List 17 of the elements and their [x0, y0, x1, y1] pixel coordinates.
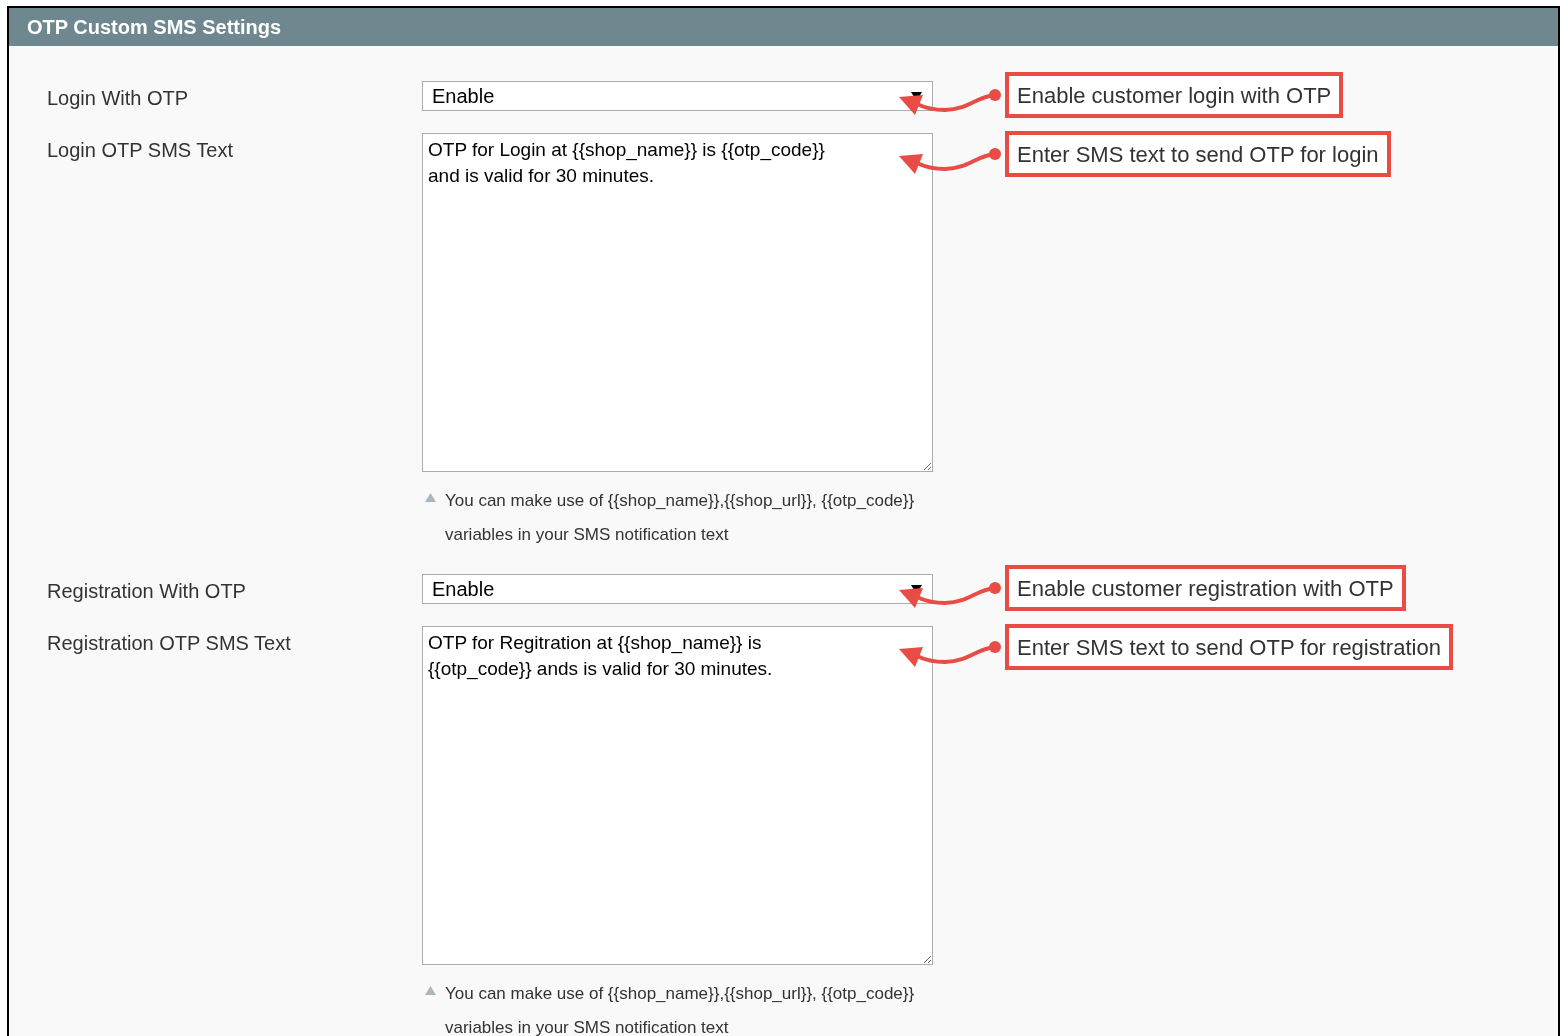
field-label: Login With OTP — [47, 86, 190, 111]
callout-box: Enable customer registration with OTP — [1005, 565, 1406, 611]
triangle-icon — [425, 493, 436, 502]
field-label: Registration OTP SMS Text — [47, 631, 292, 656]
hint-text: You can make use of {{shop_name}},{{shop_url}}, {{otp_code}} variables in your SMS notification text — [445, 983, 915, 1036]
panel-title: OTP Custom SMS Settings — [27, 15, 282, 40]
callout-box: Enter SMS text to send OTP for registration — [1005, 624, 1453, 670]
text-area[interactable]: OTP for Regitration at {{shop_name}} is {{otp_code}} ands is valid for 30 minutes. — [422, 626, 933, 965]
text-area[interactable]: OTP for Login at {{shop_name}} is {{otp_code}} and is valid for 30 minutes. — [422, 133, 933, 472]
hint-text: You can make use of {{shop_name}},{{shop_url}}, {{otp_code}} variables in your SMS notification text — [445, 490, 915, 546]
triangle-icon — [425, 986, 436, 995]
dropdown[interactable]: Enable — [422, 81, 933, 111]
callout-box: Enable customer login with OTP — [1005, 72, 1344, 118]
dropdown[interactable]: Enable — [422, 574, 933, 604]
callout-box: Enter SMS text to send OTP for login — [1005, 131, 1391, 177]
field-label: Login OTP SMS Text — [47, 138, 234, 163]
field-label: Registration With OTP — [47, 579, 247, 604]
